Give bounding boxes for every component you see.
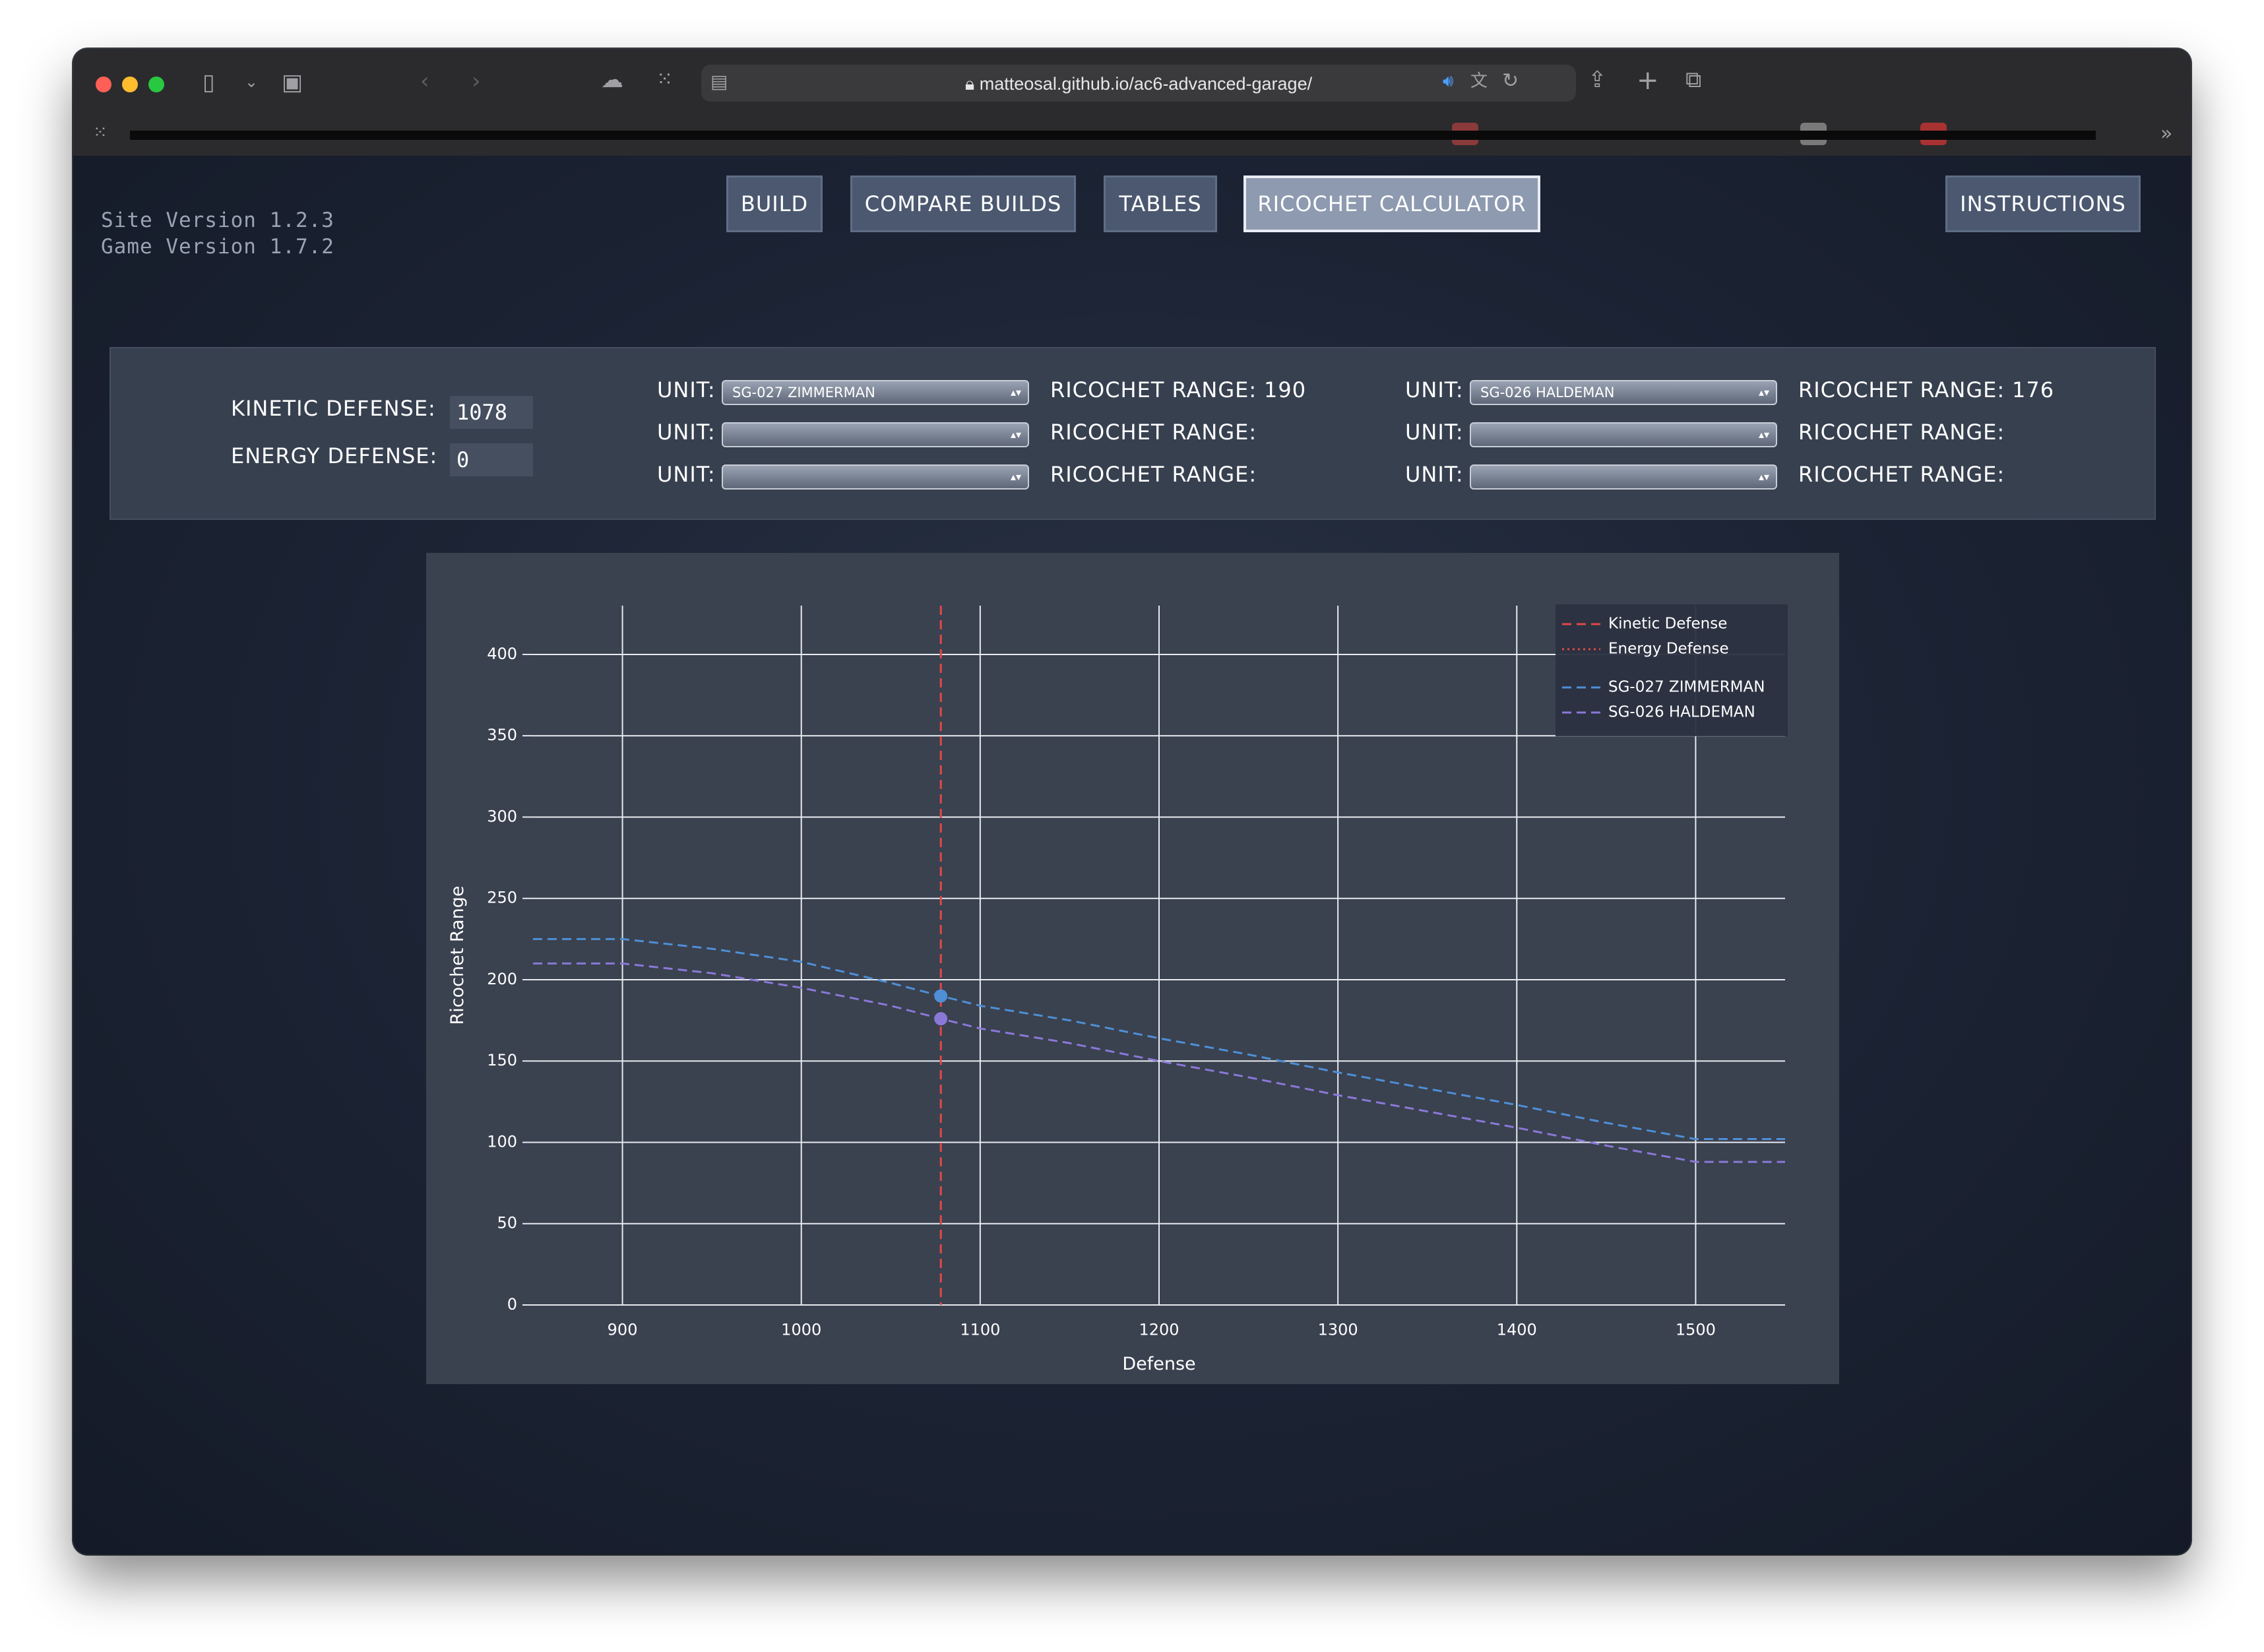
browser-window: ▯ ⌄ ▣ ‹ › ☁ ⁙ ▤ 🔒︎ matteosal.github.io/a…: [73, 49, 2191, 1554]
tab-group-icon[interactable]: ▣: [282, 71, 303, 94]
apps-grid-icon[interactable]: ⁙: [93, 124, 108, 141]
unit-select-4[interactable]: SG-026 HALDEMAN ▴▾: [1470, 380, 1777, 405]
x-tick-label: 1200: [1139, 1321, 1179, 1339]
unit-label: UNIT:: [1405, 462, 1464, 487]
y-tick-label: 250: [487, 889, 517, 907]
legend-label: SG-026 HALDEMAN: [1608, 704, 1755, 721]
nav-instructions-button[interactable]: INSTRUCTIONS: [1945, 175, 2141, 232]
x-axis-label: Defense: [1122, 1354, 1195, 1374]
ricochet-range-label: RICOCHET RANGE:: [1050, 420, 1257, 445]
nav-ricochet-calculator-button[interactable]: RICOCHET CALCULATOR: [1243, 175, 1540, 232]
game-version: Game Version 1.7.2: [101, 235, 334, 259]
legend: Kinetic Defense Energy Defense SG-027 ZIMM…: [1556, 604, 1788, 736]
speaker-icon[interactable]: 🔊︎: [1443, 73, 1453, 90]
unit-select-6[interactable]: ▴▾: [1470, 464, 1777, 490]
energy-defense-input[interactable]: 0: [450, 443, 533, 476]
ricochet-range-label: RICOCHET RANGE:: [1050, 462, 1257, 487]
ricochet-chart[interactable]: 900 1000 1100 1200 1300 1400 1500 0 50 100 150 200 2…: [426, 553, 1839, 1384]
unit-label: UNIT:: [657, 420, 716, 445]
select-arrows-icon: ▴▾: [1758, 470, 1769, 483]
chevron-down-icon[interactable]: ⌄: [245, 74, 258, 90]
back-icon[interactable]: ‹: [420, 70, 429, 92]
lock-icon: 🔒︎: [964, 74, 980, 94]
x-tick-label: 1500: [1676, 1321, 1716, 1339]
select-arrows-icon: ▴▾: [1010, 470, 1021, 483]
overflow-chevron-icon[interactable]: »: [2160, 124, 2172, 144]
x-tick-label: 1400: [1497, 1321, 1537, 1339]
kinetic-defense-input[interactable]: 1078: [450, 396, 533, 429]
select-arrows-icon: ▴▾: [1758, 386, 1769, 398]
grid-icon[interactable]: ⁙: [656, 70, 673, 90]
page-content: Site Version 1.2.3 Game Version 1.7.2 BU…: [73, 156, 2191, 1554]
close-window-icon[interactable]: [96, 77, 111, 92]
chart-panel: 900 1000 1100 1200 1300 1400 1500 0 50 100 150 200 2…: [426, 553, 1839, 1384]
forward-icon[interactable]: ›: [472, 70, 481, 92]
cloud-icon[interactable]: ☁: [601, 69, 623, 91]
unit-select-3[interactable]: ▴▾: [722, 464, 1029, 490]
minimize-window-icon[interactable]: [122, 77, 138, 92]
unit-label: UNIT:: [1405, 420, 1464, 445]
unit-label: UNIT:: [657, 462, 716, 487]
y-tick-label: 400: [487, 645, 517, 663]
legend-label: Kinetic Defense: [1608, 616, 1727, 633]
y-tick-label: 150: [487, 1051, 517, 1069]
x-tick-label: 900: [608, 1321, 638, 1339]
ricochet-range-label: RICOCHET RANGE:: [1798, 462, 2005, 487]
select-arrows-icon: ▴▾: [1010, 428, 1021, 441]
y-tick-label: 0: [507, 1295, 517, 1314]
unit-select-value: SG-027 ZIMMERMAN: [732, 385, 875, 400]
y-tick-label: 50: [497, 1214, 517, 1232]
y-tick-label: 200: [487, 970, 517, 988]
reload-icon[interactable]: ↻: [1502, 71, 1519, 91]
browser-titlebar: ▯ ⌄ ▣ ‹ › ☁ ⁙ ▤ 🔒︎ matteosal.github.io/a…: [73, 49, 2191, 115]
ricochet-range-label: RICOCHET RANGE:: [1050, 377, 1257, 402]
data-point-marker: [934, 989, 948, 1003]
x-tick-label: 1300: [1318, 1321, 1358, 1339]
ricochet-range-value: 190: [1264, 377, 1307, 402]
select-arrows-icon: ▴▾: [1010, 386, 1021, 398]
zoom-window-icon[interactable]: [148, 77, 164, 92]
legend-label: Energy Defense: [1608, 641, 1729, 658]
y-tick-label: 350: [487, 726, 517, 744]
unit-select-1[interactable]: SG-027 ZIMMERMAN ▴▾: [722, 380, 1029, 405]
ricochet-range-label: RICOCHET RANGE:: [1798, 420, 2005, 445]
unit-select-value: SG-026 HALDEMAN: [1480, 385, 1615, 400]
address-bar[interactable]: ▤ 🔒︎ matteosal.github.io/ac6-advanced-ga…: [701, 65, 1576, 102]
unit-label: UNIT:: [1405, 377, 1464, 402]
y-tick-label: 100: [487, 1132, 517, 1151]
site-version: Site Version 1.2.3: [101, 208, 334, 232]
ricochet-range-label: RICOCHET RANGE:: [1798, 377, 2005, 402]
unit-select-5[interactable]: ▴▾: [1470, 422, 1777, 447]
legend-label: SG-027 ZIMMERMAN: [1608, 679, 1765, 696]
translate-icon[interactable]: 文: [1470, 73, 1488, 90]
controls-panel: KINETIC DEFENSE: 1078 ENERGY DEFENSE: 0 …: [110, 347, 2156, 520]
bookmarks-bar: ⁙ »: [73, 115, 2191, 156]
new-tab-icon[interactable]: +: [1637, 67, 1659, 94]
nav-compare-builds-button[interactable]: COMPARE BUILDS: [850, 175, 1076, 232]
tab-overview-icon[interactable]: ⧉: [1685, 69, 1701, 91]
share-icon[interactable]: ⇪: [1588, 69, 1607, 91]
unit-label: UNIT:: [657, 377, 716, 402]
kinetic-defense-label: KINETIC DEFENSE:: [231, 396, 436, 421]
ricochet-range-value: 176: [2012, 377, 2055, 402]
x-tick-label: 1100: [960, 1321, 1000, 1339]
nav-tables-button[interactable]: TABLES: [1104, 175, 1217, 232]
x-tick-label: 1000: [781, 1321, 821, 1339]
redaction-bar: [130, 131, 2096, 140]
y-tick-label: 300: [487, 807, 517, 825]
sidebar-toggle-icon[interactable]: ▯: [203, 71, 215, 94]
data-point-marker: [934, 1012, 948, 1026]
y-axis-label: Ricochet Range: [447, 886, 468, 1025]
energy-defense-label: ENERGY DEFENSE:: [231, 443, 438, 468]
select-arrows-icon: ▴▾: [1758, 428, 1769, 441]
unit-select-2[interactable]: ▴▾: [722, 422, 1029, 447]
nav-build-button[interactable]: BUILD: [726, 175, 823, 232]
